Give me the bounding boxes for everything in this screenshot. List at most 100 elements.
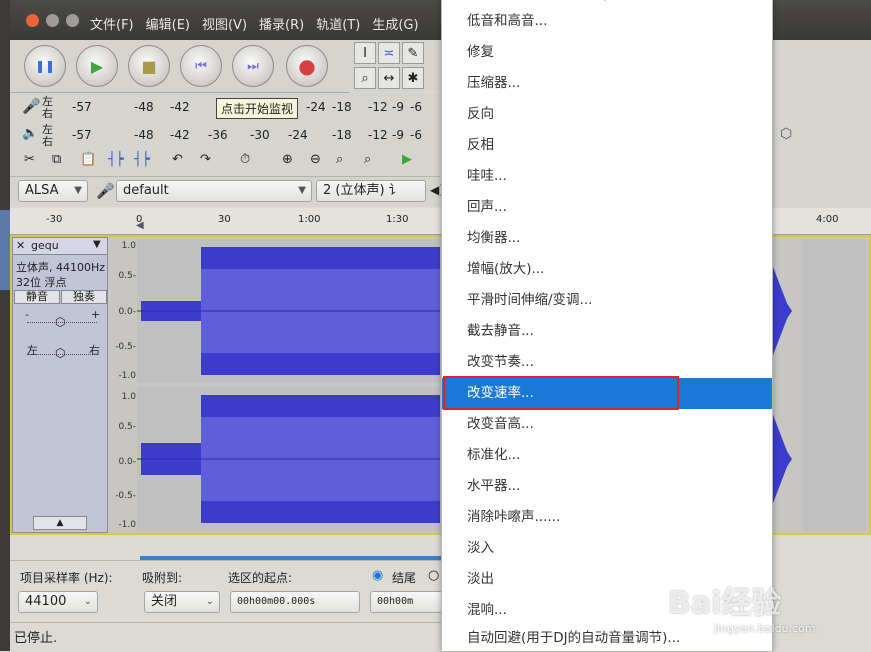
redo-icon[interactable]: ↷ (200, 152, 211, 167)
menu-view[interactable]: 视图(V) (202, 14, 247, 34)
meter-tick: -48 (134, 128, 154, 142)
menu-item-repair[interactable]: 修复 (442, 37, 772, 68)
length-radio[interactable]: ○ (428, 568, 439, 583)
menu-item-amplify[interactable]: 增幅(放大)... (442, 254, 772, 285)
menu-item-reverse[interactable]: 反向 (442, 99, 772, 130)
zoom-in-icon[interactable]: ⊕ (282, 152, 293, 167)
menu-transport[interactable]: 播录(R) (259, 14, 304, 34)
menu-item-change-tempo[interactable]: 改变节奏... (442, 347, 772, 378)
meter-tick: -36 (208, 128, 228, 142)
waveform-tail-right[interactable] (770, 387, 802, 531)
cut-icon[interactable]: ✂ (24, 152, 35, 167)
solo-button[interactable]: 独奏 (61, 290, 107, 304)
input-channels-select[interactable]: 2 (立体声) 讠 (316, 180, 426, 202)
meter-left-label: 左 (42, 95, 53, 108)
paste-icon[interactable]: 📋 (80, 152, 96, 167)
undo-icon[interactable]: ↶ (172, 152, 183, 167)
fit-project-icon[interactable]: ⌕ (364, 152, 371, 167)
ruler-label: -30 (46, 214, 63, 225)
status-text: 已停止. (14, 631, 58, 646)
ruler-label: 1:00 (298, 214, 321, 225)
menu-item-normalize[interactable]: 标准化... (442, 440, 772, 471)
project-rate-value: 44100 (25, 594, 67, 609)
track-name-bar[interactable]: ✕ gequ ▼ (13, 238, 107, 255)
empty-track-region[interactable] (802, 239, 866, 531)
silence-icon[interactable]: ┤┝ (134, 152, 150, 167)
minimize-window-button[interactable] (46, 14, 59, 27)
waveform-right-channel[interactable] (137, 387, 440, 531)
gain-slider-thumb-icon[interactable]: ⬡ (55, 315, 65, 329)
chevron-down-icon[interactable]: ▼ (93, 239, 101, 250)
pause-icon: ❚❚ (34, 59, 56, 73)
fit-selection-icon[interactable]: ⌕ (336, 152, 343, 167)
close-track-icon[interactable]: ✕ (16, 239, 25, 252)
zoom-out-icon[interactable]: ⊖ (310, 152, 321, 167)
copy-icon[interactable]: ⧉ (52, 152, 61, 167)
selection-end-field[interactable]: 00h00m (370, 591, 450, 613)
scale-label: 0.5- (118, 422, 136, 432)
draw-tool[interactable]: ✎ (402, 42, 424, 64)
waveform-left-channel[interactable] (137, 239, 440, 383)
maximize-window-button[interactable] (66, 14, 79, 27)
end-radio[interactable]: ◉ (372, 568, 383, 583)
pan-slider-thumb-icon[interactable]: ⬡ (55, 346, 65, 360)
pause-button[interactable]: ❚❚ (24, 45, 66, 87)
meter-tick: -9 (392, 128, 404, 142)
menu-item-click-removal[interactable]: 消除咔嚓声...... (442, 502, 772, 533)
menu-file[interactable]: 文件(F) (90, 14, 134, 34)
time-shift-tool[interactable]: ↔ (378, 67, 400, 89)
meter-tick: -30 (250, 128, 270, 142)
input-device-select[interactable]: default ▼ (116, 180, 312, 202)
status-bar: 已停止. (10, 622, 450, 652)
audio-host-select[interactable]: ALSA ▼ (18, 180, 88, 202)
zoom-tool[interactable]: ⌕ (354, 67, 376, 89)
play-button[interactable]: ▶ (76, 45, 118, 87)
menu-edit[interactable]: 编辑(E) (146, 14, 190, 34)
slider-thumb-icon[interactable]: ⬡ (780, 126, 792, 142)
track-control-panel: ✕ gequ ▼ 立体声, 44100Hz 32位 浮点 静音 独奏 - + ⬡… (12, 237, 108, 533)
menu-item-wahwah[interactable]: 哇哇... (442, 161, 772, 192)
menu-item-fade-in[interactable]: 淡入 (442, 533, 772, 564)
speaker-icon: 🔈 (22, 126, 39, 141)
waveform-tail-left[interactable] (770, 239, 802, 383)
meter-tick: -24 (288, 128, 308, 142)
trim-icon[interactable]: ┤┝ (108, 152, 124, 167)
menu-item-compressor[interactable]: 压缩器... (442, 68, 772, 99)
envelope-tool[interactable]: ≍ (378, 42, 400, 64)
skip-start-button[interactable]: ⏮ (180, 45, 222, 87)
meter-tick: -57 (72, 100, 92, 114)
meter-tick: -42 (170, 100, 190, 114)
selection-start-field[interactable]: 00h00m00.000s (230, 591, 360, 613)
menu-item-leveller[interactable]: 水平器... (442, 471, 772, 502)
collapse-track-button[interactable]: ▲ (33, 516, 87, 530)
meter-tick: -18 (332, 100, 352, 114)
play-at-speed-icon[interactable]: ▶ (402, 152, 412, 167)
menu-item-sliding-stretch[interactable]: 平滑时间伸缩/变调... (442, 285, 772, 316)
ruler-label: 30 (218, 214, 231, 225)
track-name[interactable]: gequ (31, 239, 59, 252)
close-window-button[interactable] (26, 14, 39, 27)
meter-tick: -18 (332, 128, 352, 142)
record-button[interactable]: ● (286, 45, 328, 87)
project-rate-select[interactable]: 44100 ⌄ (18, 591, 98, 613)
skip-end-button[interactable]: ⏭ (232, 45, 274, 87)
selection-tool[interactable]: I (354, 42, 376, 64)
menu-item-equalizer[interactable]: 均衡器... (442, 223, 772, 254)
menu-tracks[interactable]: 轨道(T) (316, 14, 360, 34)
menu-item-invert[interactable]: 反相 (442, 130, 772, 161)
menu-generate[interactable]: 生成(G) (372, 14, 418, 34)
menu-item-bass-treble[interactable]: 低音和高音... (442, 6, 772, 37)
snap-to-select[interactable]: 关闭 ⌄ (144, 591, 220, 613)
stop-button[interactable]: ■ (128, 45, 170, 87)
scale-label: 1.0 (121, 392, 136, 402)
playback-meter[interactable]: 🔈 左 右 -57 -48 -42 -36 -30 -24 -18 -12 -9… (10, 121, 440, 150)
menu-item-truncate-silence[interactable]: 截去静音... (442, 316, 772, 347)
playhead-icon[interactable]: ◀ (136, 220, 144, 231)
asterisk-icon: ✱ (407, 70, 419, 86)
mute-button[interactable]: 静音 (14, 290, 60, 304)
menu-item-echo[interactable]: 回声... (442, 192, 772, 223)
multi-tool[interactable]: ✱ (402, 67, 424, 89)
menu-item-change-pitch[interactable]: 改变音高... (442, 409, 772, 440)
sync-lock-icon[interactable]: ⏱ (240, 152, 250, 167)
menu-scroll-up-icon[interactable]: ▾ (602, 0, 608, 4)
